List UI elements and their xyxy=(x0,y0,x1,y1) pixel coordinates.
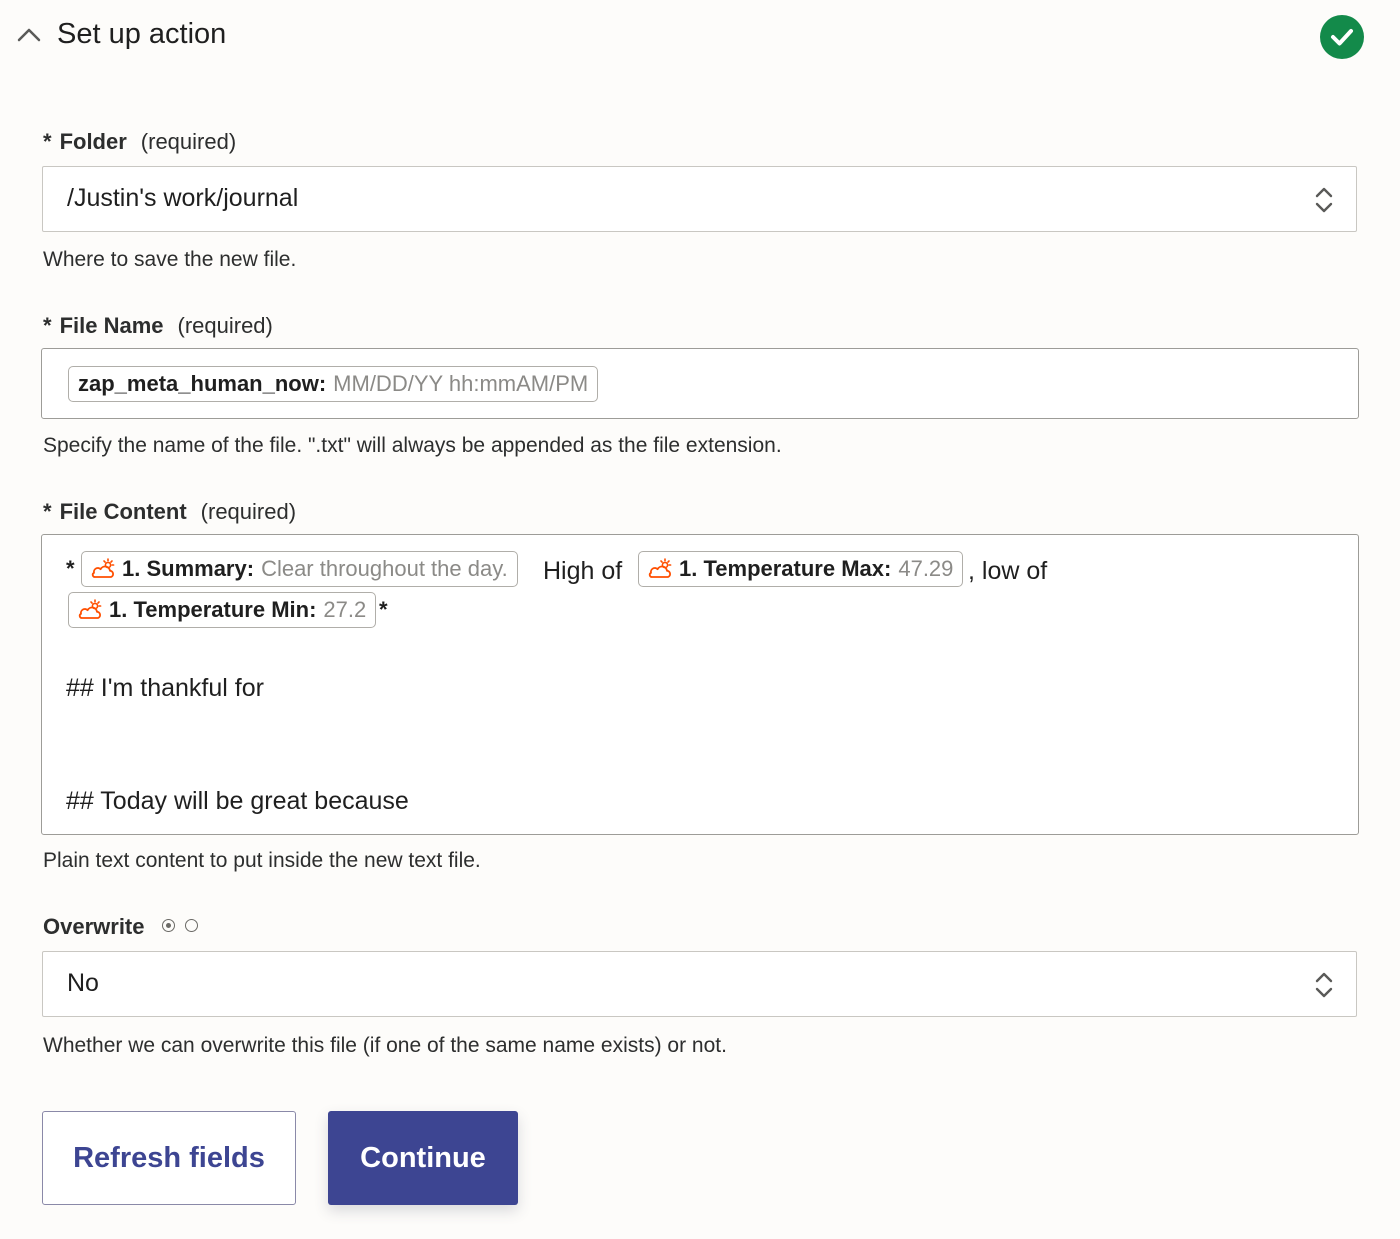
folder-label: * Folder (required) xyxy=(43,129,236,155)
required-hint: (required) xyxy=(177,313,273,338)
pill-value: MM/DD/YY hh:mmAM/PM xyxy=(333,371,589,396)
overwrite-help: Whether we can overwrite this file (if o… xyxy=(43,1034,727,1057)
content-text-low-of: , low of xyxy=(968,557,1048,585)
partly-cloudy-icon xyxy=(648,558,672,578)
required-hint: (required) xyxy=(140,129,237,154)
folder-select[interactable]: /Justin's work/journal xyxy=(42,166,1357,232)
section-header: Set up action xyxy=(0,0,1400,80)
content-line-thankful: ## I'm thankful for xyxy=(66,674,264,702)
sort-arrows-icon xyxy=(1315,187,1333,213)
summary-pill[interactable]: 1. Summary: Clear throughout the day. xyxy=(81,551,518,587)
content-line-great: ## Today will be great because xyxy=(66,787,409,815)
mapped-field-pill[interactable]: zap_meta_human_now: MM/DD/YY hh:mmAM/PM xyxy=(68,366,599,402)
check-icon xyxy=(1320,15,1364,59)
file-content-label-text: File Content xyxy=(59,499,187,524)
overwrite-label-text: Overwrite xyxy=(43,914,145,939)
pill-value: 27.2 xyxy=(323,597,367,622)
required-asterisk: * xyxy=(43,499,52,524)
pill-key: 1. Temperature Max: xyxy=(679,556,892,581)
content-lead-asterisk: * xyxy=(66,556,75,581)
sort-arrows-icon xyxy=(1315,972,1333,998)
content-text-high-of: High of xyxy=(543,557,623,585)
radio-option-selected[interactable] xyxy=(162,919,175,932)
refresh-fields-button[interactable]: Refresh fields xyxy=(42,1111,296,1205)
temperature-max-pill[interactable]: 1. Temperature Max: 47.29 xyxy=(638,551,964,587)
pill-key: 1. Summary: xyxy=(122,556,255,581)
partly-cloudy-icon xyxy=(78,599,102,619)
required-asterisk: * xyxy=(43,129,52,154)
continue-button[interactable]: Continue xyxy=(328,1111,518,1205)
radio-option[interactable] xyxy=(185,919,198,932)
required-hint: (required) xyxy=(200,499,297,524)
pill-key: zap_meta_human_now: xyxy=(78,371,327,396)
file-name-help: Specify the name of the file. ".txt" wil… xyxy=(43,434,782,457)
file-name-label: * File Name (required) xyxy=(43,313,273,339)
temperature-min-pill[interactable]: 1. Temperature Min: 27.2 xyxy=(68,592,377,628)
section-title: Set up action xyxy=(57,18,227,50)
pill-key: 1. Temperature Min: xyxy=(109,597,317,622)
partly-cloudy-icon xyxy=(91,558,115,578)
file-content-label: * File Content (required) xyxy=(43,499,296,525)
file-name-input[interactable]: zap_meta_human_now: MM/DD/YY hh:mmAM/PM xyxy=(41,348,1359,419)
folder-help: Where to save the new file. xyxy=(43,248,297,271)
folder-label-text: Folder xyxy=(59,129,127,154)
overwrite-select[interactable]: No xyxy=(42,951,1357,1017)
content-trail-asterisk: * xyxy=(379,597,388,622)
file-name-label-text: File Name xyxy=(59,313,164,338)
overwrite-select-value: No xyxy=(67,969,99,997)
pill-value: Clear throughout the day. xyxy=(261,556,508,581)
chevron-up-icon[interactable] xyxy=(16,24,42,46)
folder-select-value: /Justin's work/journal xyxy=(67,184,299,212)
required-asterisk: * xyxy=(43,313,52,338)
file-content-help: Plain text content to put inside the new… xyxy=(43,849,481,872)
pill-value: 47.29 xyxy=(898,556,954,581)
overwrite-label: Overwrite xyxy=(43,914,145,940)
file-content-editor[interactable]: * 1. Summary: Clear throughout the day. H… xyxy=(41,534,1359,835)
